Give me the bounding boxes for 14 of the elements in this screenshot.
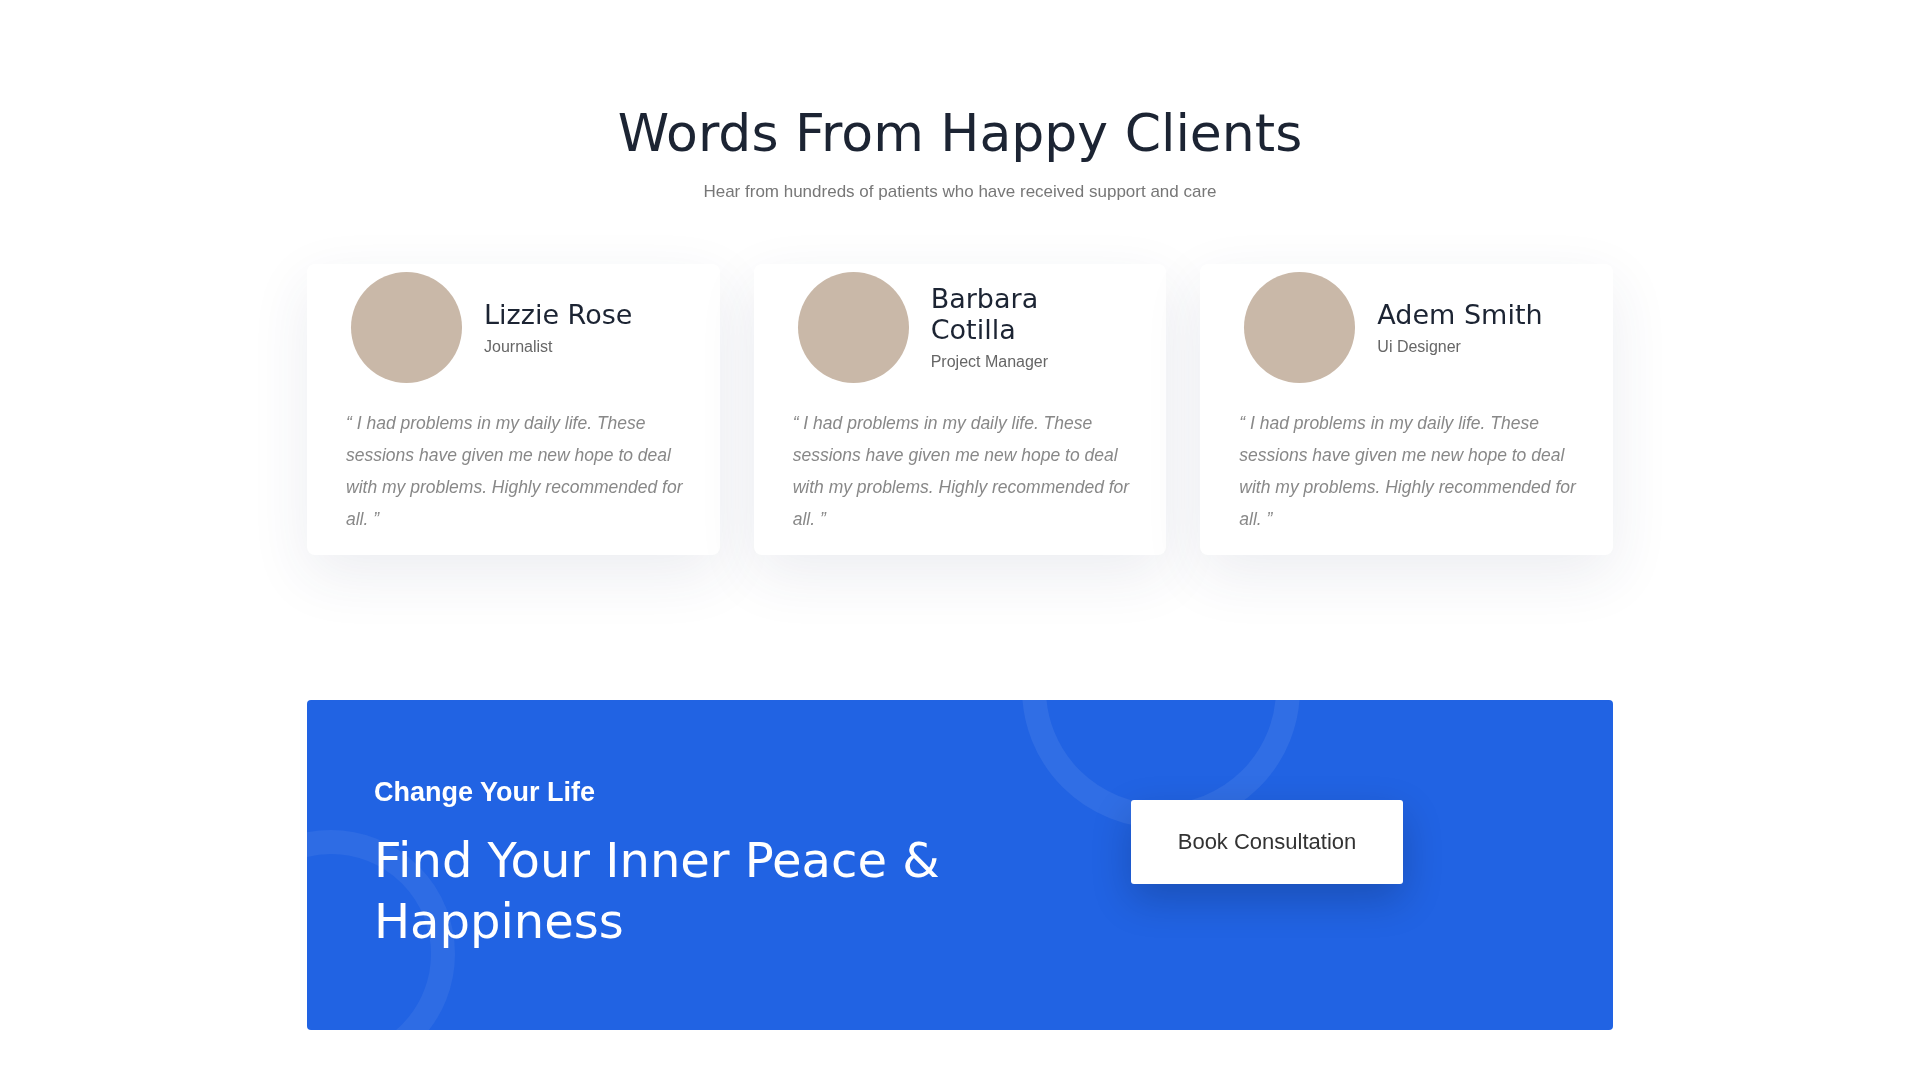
testimonial-quote: “ I had problems in my daily life. These sessions have given me new hope to deal with my problems. Highly recommended for all. ”: [346, 411, 684, 531]
testimonial-quote: “ I had problems in my daily life. These sessions have given me new hope to deal with my problems. Highly recommended for all. ”: [1239, 411, 1577, 531]
section-subtitle: Hear from hundreds of patients who have received support and care: [702, 181, 1218, 202]
client-name: Lizzie Rose: [484, 298, 633, 330]
book-consultation-button[interactable]: Book Consultation: [1131, 800, 1403, 885]
client-name: Barbara Cotilla: [930, 283, 1040, 346]
section-title: Words From Happy Clients: [616, 102, 1304, 165]
client-role: Journalist: [484, 337, 554, 356]
client-name: Adem Smith: [1377, 298, 1543, 330]
cta-headline: Find Your Inner Peace & Happiness: [374, 831, 941, 952]
cta-eyebrow: Change Your Life: [374, 777, 597, 809]
testimonial-quote: “ I had problems in my daily life. These sessions have given me new hope to deal with my problems. Highly recommended for all. ”: [792, 411, 1131, 531]
client-role: Project Manager: [930, 353, 1050, 372]
client-role: Ui Designer: [1377, 337, 1462, 356]
